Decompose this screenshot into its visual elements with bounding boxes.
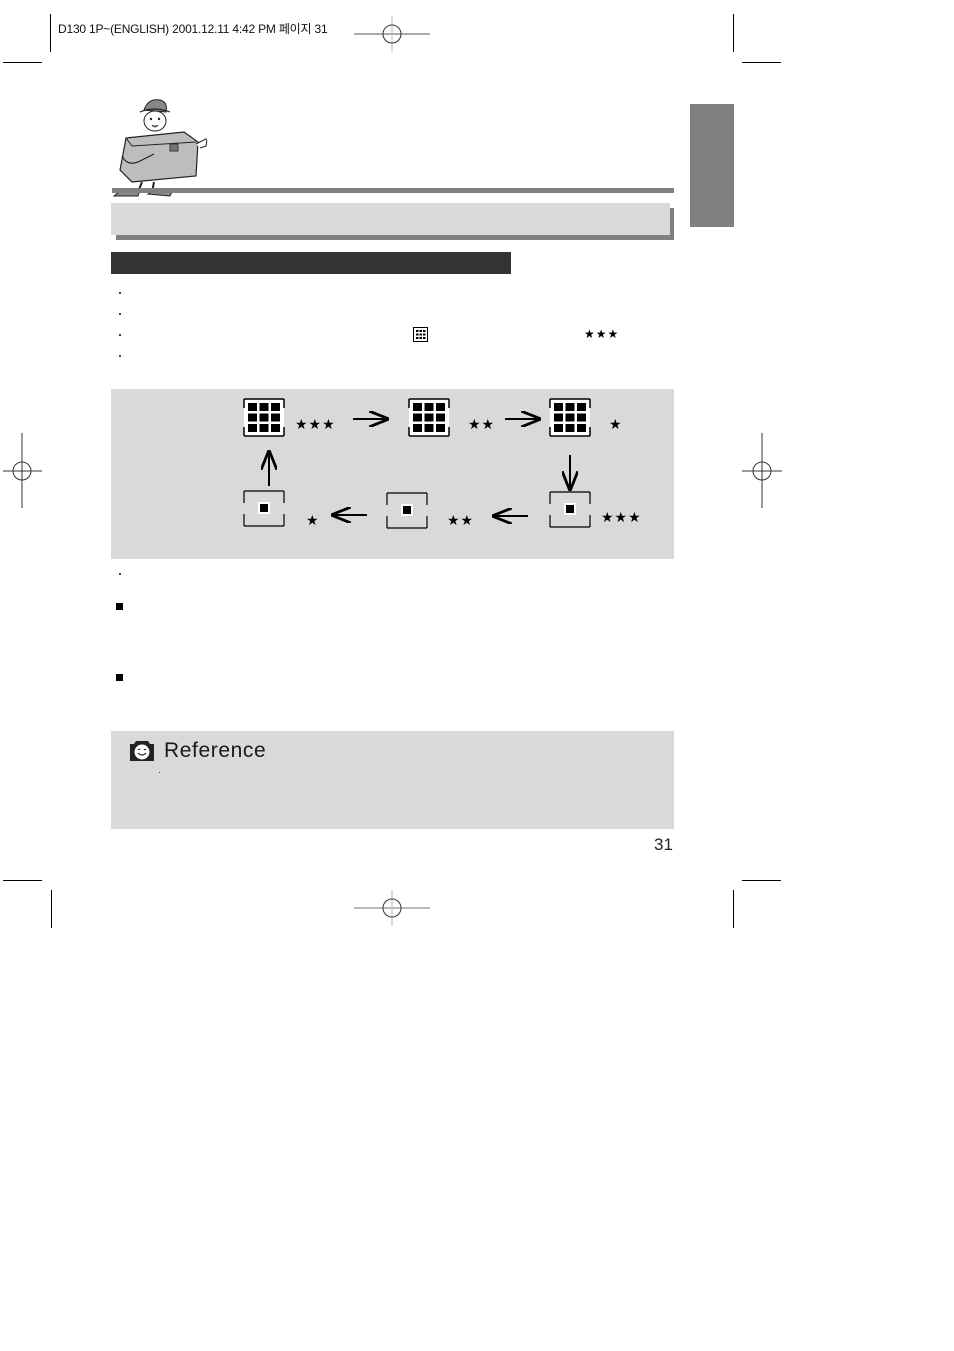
- bullet-dot: [159, 772, 160, 773]
- mode-cycle-graphic: [243, 398, 591, 529]
- crop-mark: [733, 890, 734, 928]
- multi-grid-icon: [549, 398, 591, 437]
- bullet-dot: [119, 334, 121, 336]
- crop-mark: [3, 62, 42, 63]
- crop-mark: [51, 890, 52, 928]
- quality-rating: ★★: [468, 416, 496, 432]
- spot-icon: [243, 490, 285, 527]
- camera-smile-icon: [130, 741, 154, 761]
- square-bullet: [116, 674, 123, 681]
- crop-mark: [50, 14, 51, 52]
- spot-icon: [386, 492, 428, 529]
- page-number: 31: [654, 835, 673, 854]
- bullet-dot: [119, 313, 121, 315]
- bullet-dot: [119, 355, 121, 357]
- camera-mascot-illustration: [112, 99, 208, 197]
- spot-icon: [549, 491, 591, 528]
- registration-mark-bottom: [354, 890, 430, 926]
- quality-rating: ★: [306, 512, 320, 528]
- registration-mark-left: [3, 433, 42, 508]
- crop-mark: [3, 880, 42, 881]
- quality-rating: ★★★: [601, 509, 642, 525]
- bullet-dot: [119, 573, 121, 575]
- multi-grid-icon: [243, 398, 285, 437]
- crop-mark: [733, 14, 734, 52]
- multi-grid-icon: [413, 327, 428, 342]
- quality-rating: ★: [609, 416, 623, 432]
- crop-mark: [742, 62, 781, 63]
- reference-title: Reference: [164, 739, 267, 762]
- square-bullet: [116, 603, 123, 610]
- quality-rating: ★★★: [295, 416, 336, 432]
- registration-mark-top: [354, 16, 430, 52]
- section-title-box: [111, 203, 670, 235]
- print-slug: D130 1P~(ENGLISH) 2001.12.11 4:42 PM 페이지…: [58, 22, 328, 36]
- crop-mark: [742, 880, 781, 881]
- registration-mark-right: [742, 433, 782, 508]
- quality-rating: ★★: [447, 512, 475, 528]
- title-rule: [112, 188, 674, 193]
- multi-grid-icon: [408, 398, 450, 437]
- chapter-tab: [690, 104, 734, 227]
- subsection-bar: [111, 252, 511, 274]
- bullet-dot: [119, 292, 121, 294]
- quality-rating: ★★★: [584, 327, 620, 341]
